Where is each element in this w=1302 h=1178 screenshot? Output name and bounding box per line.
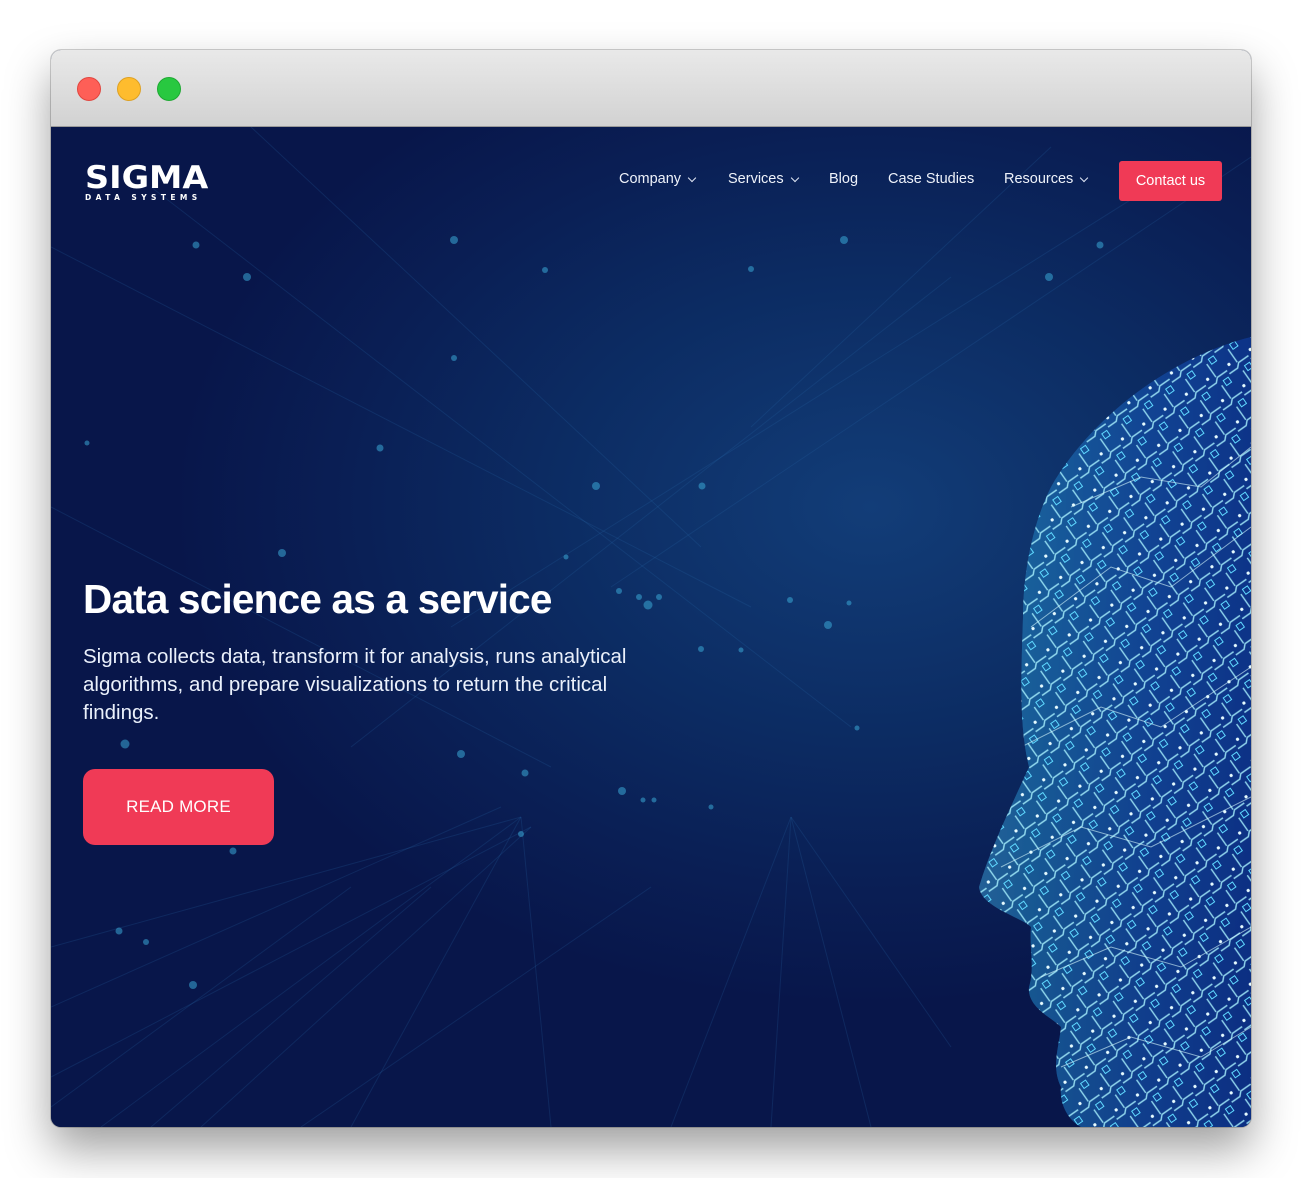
nav-item-label: Resources [1004,171,1074,187]
hero-title: Data science as a service [83,576,552,622]
read-more-button[interactable]: READ MORE [83,769,274,845]
maximize-window-button[interactable] [157,77,181,101]
digital-head-illustration [979,337,1251,1127]
minimize-window-button[interactable] [117,77,141,101]
chevron-down-icon [1080,173,1089,182]
browser-window: SIGMA DATA SYSTEMS Company Services Blog… [51,50,1251,1127]
page-viewport: SIGMA DATA SYSTEMS Company Services Blog… [51,127,1251,1127]
window-titlebar [51,50,1251,127]
nav-item-label: Company [619,171,682,187]
nav-item-blog[interactable]: Blog [829,171,858,187]
logo-wordmark: SIGMA [85,160,209,196]
chevron-down-icon [687,173,697,182]
nav-item-resources[interactable]: Resources [1004,171,1089,187]
hero-description: Sigma collects data, transform it for an… [83,645,627,724]
contact-us-button[interactable]: Contact us [1119,161,1222,201]
nav-item-label: Services [728,171,784,187]
nav-item-label: Case Studies [888,171,975,187]
close-window-button[interactable] [77,77,101,101]
chevron-down-icon [790,173,799,182]
nav-item-services[interactable]: Services [728,171,799,187]
nav-item-company[interactable]: Company [619,171,697,187]
nav-item-label: Blog [829,171,859,187]
nav-item-case-studies[interactable]: Case Studies [888,171,974,187]
sigma-logo[interactable]: SIGMA DATA SYSTEMS [85,163,208,202]
